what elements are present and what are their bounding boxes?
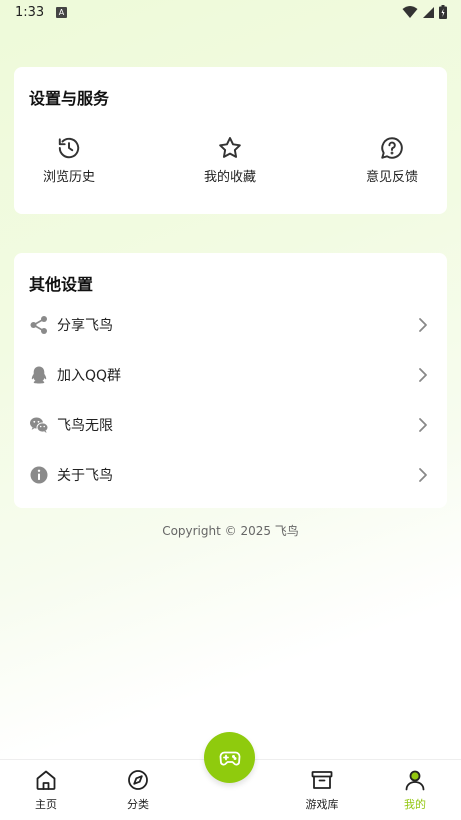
gamepad-icon bbox=[219, 751, 240, 765]
history-button[interactable]: 浏览历史 bbox=[14, 135, 124, 185]
feedback-label: 意见反馈 bbox=[365, 170, 418, 185]
tab-game-library[interactable]: 游戏库 bbox=[292, 768, 352, 812]
tab-profile-label: 我的 bbox=[404, 798, 426, 811]
chevron-right-icon bbox=[419, 368, 427, 382]
archive-icon bbox=[311, 771, 333, 789]
qq-icon bbox=[31, 366, 47, 384]
tab-home[interactable]: 主页 bbox=[16, 768, 76, 812]
qq-group-label: 加入QQ群 bbox=[57, 368, 122, 384]
about-label: 关于飞鸟 bbox=[57, 468, 113, 484]
services-card: 设置与服务 浏览历史 我的收藏 意见反馈 bbox=[14, 67, 447, 214]
star-icon bbox=[219, 137, 241, 158]
feiniao-unlimited-row[interactable]: 飞鸟无限 bbox=[14, 400, 447, 450]
battery-icon bbox=[439, 5, 447, 19]
status-time: 1:33 bbox=[15, 5, 45, 20]
favorites-label: 我的收藏 bbox=[203, 170, 256, 185]
tab-category-label: 分类 bbox=[127, 798, 149, 811]
compass-icon bbox=[128, 770, 148, 790]
wechat-icon bbox=[30, 417, 49, 433]
share-row[interactable]: 分享飞鸟 bbox=[14, 300, 447, 350]
share-icon bbox=[30, 316, 47, 334]
copyright-text: Copyright © 2025 飞鸟 bbox=[162, 524, 299, 538]
favorites-button[interactable]: 我的收藏 bbox=[175, 135, 285, 185]
status-indicators bbox=[402, 5, 447, 19]
chevron-right-icon bbox=[419, 468, 427, 482]
other-settings-card: 其他设置 分享飞鸟 加入QQ群 飞鸟无限 关于飞鸟 bbox=[14, 253, 447, 508]
tab-category[interactable]: 分类 bbox=[108, 768, 168, 812]
tab-profile[interactable]: 我的 bbox=[385, 768, 445, 812]
share-label: 分享飞鸟 bbox=[57, 318, 113, 334]
history-icon bbox=[58, 137, 80, 159]
profile-icon bbox=[405, 770, 425, 791]
feiniao-unlimited-label: 飞鸟无限 bbox=[57, 418, 113, 434]
services-title: 设置与服务 bbox=[29, 89, 110, 108]
wifi-icon bbox=[402, 6, 418, 18]
feedback-button[interactable]: 意见反馈 bbox=[337, 135, 447, 185]
chevron-right-icon bbox=[419, 418, 427, 432]
qq-group-row[interactable]: 加入QQ群 bbox=[14, 350, 447, 400]
history-label: 浏览历史 bbox=[42, 170, 95, 185]
chevron-right-icon bbox=[419, 318, 427, 332]
status-bar: 1:33 A bbox=[0, 0, 461, 26]
home-icon bbox=[36, 770, 56, 790]
notification-a-icon: A bbox=[56, 7, 67, 18]
feedback-icon bbox=[381, 137, 403, 159]
game-center-button[interactable] bbox=[204, 732, 255, 783]
signal-icon bbox=[423, 6, 434, 18]
other-settings-title: 其他设置 bbox=[29, 275, 94, 294]
about-row[interactable]: 关于飞鸟 bbox=[14, 450, 447, 500]
info-icon bbox=[30, 466, 48, 484]
tab-game-library-label: 游戏库 bbox=[305, 798, 339, 811]
tab-home-label: 主页 bbox=[35, 798, 57, 811]
